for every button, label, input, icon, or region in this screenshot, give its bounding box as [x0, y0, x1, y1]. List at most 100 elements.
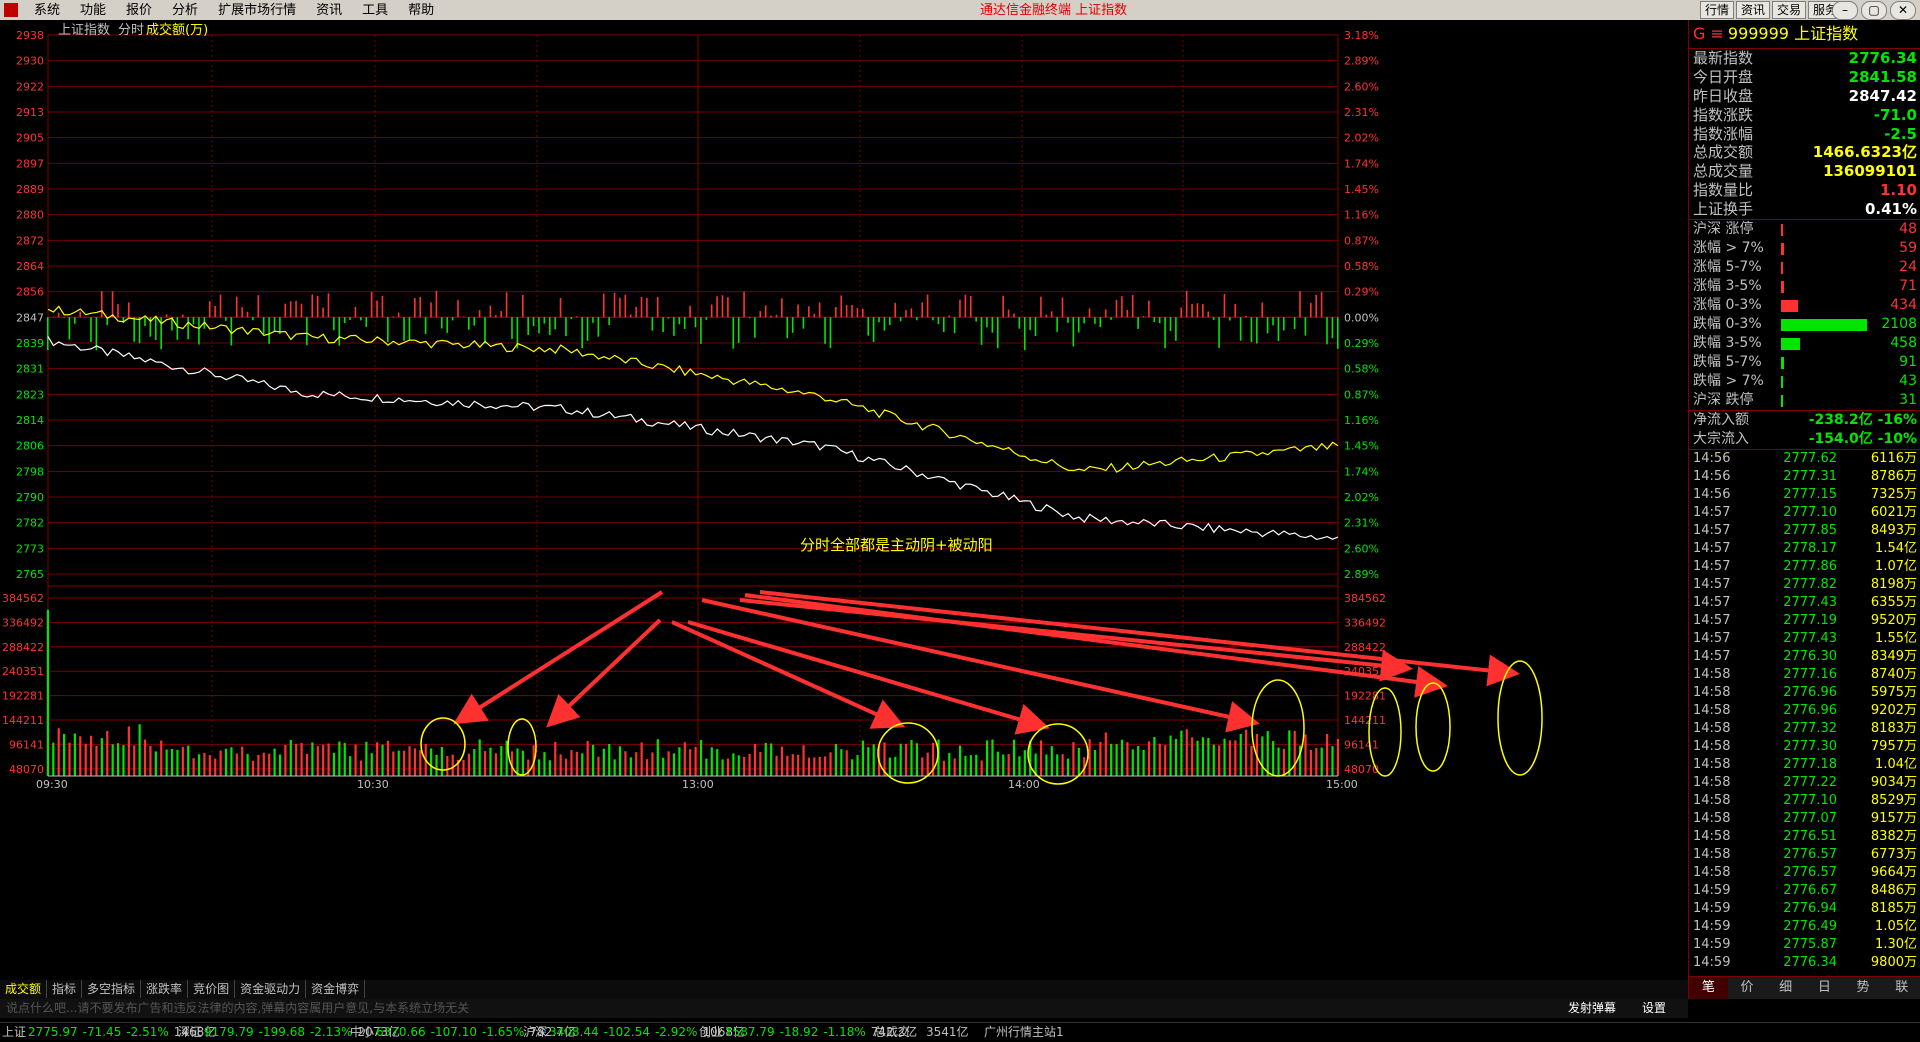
danmu-settings-button[interactable]: 设置 — [1642, 999, 1666, 1018]
trade-row: 14:582777.079157万 — [1689, 810, 1920, 828]
breadth-label: 涨幅 5-7% — [1693, 258, 1781, 277]
tab-3[interactable]: 涨跌率 — [141, 980, 188, 998]
breadth-row: 涨幅 0-3%434 — [1689, 296, 1920, 315]
trade-row: 14:582777.307957万 — [1689, 738, 1920, 756]
trade-tab[interactable]: 联 — [1882, 977, 1920, 999]
volume-bar — [1018, 756, 1020, 776]
trade-price: 2776.96 — [1755, 702, 1837, 720]
menu-bar: 系统 功能 报价 分析 扩展市场行情 资讯 工具 帮助 通达信金融终端 上证指数… — [0, 0, 1920, 20]
breadth-value: 458 — [1867, 334, 1917, 353]
menu-extended-market[interactable]: 扩展市场行情 — [208, 2, 306, 19]
volume-bar — [187, 746, 189, 776]
trade-time: 14:58 — [1693, 720, 1755, 738]
chart-volume-label[interactable]: 成交额(万) — [146, 22, 208, 38]
tab-1[interactable]: 指标 — [47, 980, 82, 998]
volume-tick-right: 144211 — [1344, 714, 1386, 727]
menu-system[interactable]: 系统 — [24, 2, 70, 19]
menu-tools[interactable]: 工具 — [352, 2, 398, 19]
strength-bar — [90, 317, 92, 342]
trade-tab[interactable]: 价 — [1728, 977, 1767, 999]
minimize-icon[interactable]: – — [1832, 1, 1858, 20]
strength-bar — [970, 296, 972, 317]
trade-tab[interactable]: 势 — [1844, 977, 1883, 999]
breadth-row: 沪深 跌停31 — [1689, 391, 1920, 410]
strength-bar — [711, 305, 713, 318]
menu-help[interactable]: 帮助 — [398, 2, 444, 19]
volume-bar — [85, 744, 87, 776]
time-label: 10:30 — [357, 778, 389, 791]
strength-bar — [738, 317, 740, 343]
breadth-row: 沪深 涨停48 — [1689, 220, 1920, 239]
volume-bar — [1169, 736, 1171, 776]
volume-bar — [144, 740, 146, 776]
trade-button[interactable]: 交易 — [1772, 1, 1806, 19]
breadth-bar — [1781, 395, 1783, 407]
volume-tick: 336492 — [2, 616, 44, 629]
volume-bar — [694, 747, 696, 776]
volume-bar — [419, 750, 421, 776]
strength-bar — [322, 308, 324, 318]
trade-time: 14:57 — [1693, 558, 1755, 576]
maximize-icon[interactable]: ▢ — [1861, 1, 1887, 20]
strength-bar — [819, 302, 821, 317]
volume-bar — [149, 746, 151, 776]
breadth-label: 跌幅 3-5% — [1693, 334, 1781, 353]
volume-bar — [381, 745, 383, 776]
trade-time: 14:57 — [1693, 612, 1755, 630]
volume-bar — [948, 753, 950, 776]
volume-bar — [630, 757, 632, 776]
trade-tab[interactable]: 细 — [1766, 977, 1805, 999]
news-button[interactable]: 资讯 — [1736, 1, 1770, 19]
trade-time: 14:59 — [1693, 936, 1755, 954]
breadth-value: 59 — [1867, 239, 1917, 258]
chart-mode-label[interactable]: 分时 — [118, 23, 144, 38]
strength-bar — [846, 305, 848, 317]
volume-bar — [263, 753, 265, 776]
quote-button[interactable]: 行情 — [1700, 1, 1734, 19]
tab-2[interactable]: 多空指标 — [82, 980, 141, 998]
trade-tab[interactable]: 日 — [1805, 977, 1844, 999]
tab-6[interactable]: 资金博弈 — [306, 980, 365, 998]
trade-time: 14:57 — [1693, 504, 1755, 522]
danmu-input[interactable]: 说点什么吧...请不要发布广告和违反法律的内容,弹幕内容属用户意见,与本系统立场… — [6, 999, 469, 1018]
price-tick: 2782 — [16, 517, 44, 530]
strength-bar — [338, 317, 340, 345]
menu-news[interactable]: 资讯 — [306, 2, 352, 19]
volume-bar — [252, 761, 254, 776]
volume-bar — [198, 754, 200, 776]
volume-bar — [1234, 740, 1236, 776]
close-icon[interactable]: ✕ — [1890, 1, 1916, 20]
volume-bar — [975, 755, 977, 776]
strength-bar — [311, 294, 313, 317]
strength-bar — [781, 298, 783, 317]
menu-analysis[interactable]: 分析 — [162, 2, 208, 19]
breadth-label: 涨幅 3-5% — [1693, 277, 1781, 296]
trade-volume: 9664万 — [1837, 864, 1917, 882]
strength-bar — [58, 313, 60, 318]
intraday-chart[interactable]: 29383.18%29302.89%29222.60%29132.31%2905… — [0, 20, 1688, 980]
trade-tab[interactable]: 笔 — [1689, 977, 1728, 999]
trade-time: 14:58 — [1693, 864, 1755, 882]
strength-bar — [360, 317, 362, 320]
strength-bar — [765, 305, 767, 317]
volume-bar — [193, 758, 195, 776]
tab-4[interactable]: 竞价图 — [188, 980, 235, 998]
danmu-send-button[interactable]: 发射弹幕 — [1568, 999, 1616, 1018]
quote-name: 上证指数 — [1794, 24, 1858, 43]
price-tick: 2839 — [16, 337, 44, 350]
menu-function[interactable]: 功能 — [70, 2, 116, 19]
tab-0[interactable]: 成交额 — [0, 980, 47, 998]
menu-quote[interactable]: 报价 — [116, 2, 162, 19]
strength-bar — [376, 301, 378, 318]
tab-5[interactable]: 资金驱动力 — [235, 980, 306, 998]
strength-bar — [295, 301, 297, 317]
strength-bar — [1278, 317, 1280, 341]
volume-bar — [1175, 739, 1177, 776]
time-label: 09:30 — [36, 778, 68, 791]
volume-bar — [770, 743, 772, 776]
volume-bar — [608, 744, 610, 776]
strength-bar — [241, 307, 243, 317]
volume-bar — [819, 757, 821, 776]
quote-code: 999999 — [1728, 24, 1789, 43]
trade-row: 14:582776.579664万 — [1689, 864, 1920, 882]
